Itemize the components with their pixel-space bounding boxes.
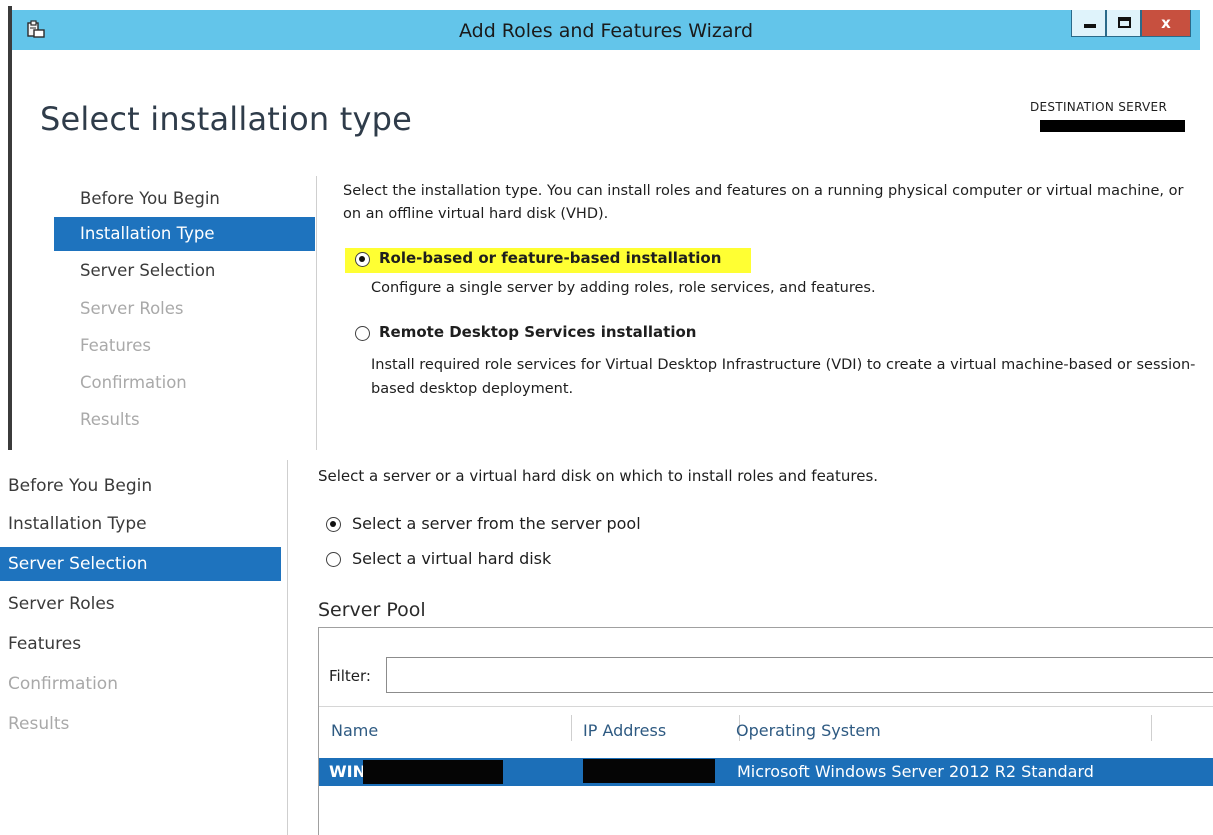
server-selection-description: Select a server or a virtual hard disk o… xyxy=(318,467,879,485)
nav-divider xyxy=(287,460,288,835)
title-bar[interactable]: Add Roles and Features Wizard x xyxy=(12,10,1200,50)
virtual-hard-disk-option-label[interactable]: Select a virtual hard disk xyxy=(352,549,551,568)
maximize-button[interactable] xyxy=(1106,10,1141,37)
virtual-hard-disk-radio[interactable] xyxy=(326,552,341,567)
destination-server-label: DESTINATION SERVER xyxy=(1030,100,1168,114)
nav-item-installation-type[interactable]: Installation Type xyxy=(0,507,281,541)
nav-divider xyxy=(316,176,317,450)
role-based-description: Configure a single server by adding role… xyxy=(371,280,876,296)
destination-server-redacted xyxy=(1040,120,1185,132)
column-separator[interactable] xyxy=(571,715,572,741)
nav-item-confirmation: Confirmation xyxy=(80,373,187,392)
table-row[interactable]: WIN Microsoft Windows Server 2012 R2 Sta… xyxy=(319,758,1213,786)
nav-item-confirmation: Confirmation xyxy=(8,674,118,694)
window-title: Add Roles and Features Wizard xyxy=(458,20,754,42)
nav-item-results: Results xyxy=(8,714,70,734)
remote-desktop-label[interactable]: Remote Desktop Services installation xyxy=(379,323,696,341)
window-left-border xyxy=(8,6,12,450)
server-name-cell: WIN xyxy=(329,762,366,781)
table-header: Name IP Address Operating System xyxy=(319,706,1213,748)
close-icon: x xyxy=(1161,14,1171,32)
column-header-name[interactable]: Name xyxy=(331,707,378,749)
operating-system-cell: Microsoft Windows Server 2012 R2 Standar… xyxy=(737,762,1094,781)
server-pool-table: Filter: Name IP Address Operating System… xyxy=(318,627,1213,835)
page-title: Select installation type xyxy=(40,100,413,138)
server-pool-title: Server Pool xyxy=(318,599,426,621)
filter-label: Filter: xyxy=(329,667,371,685)
column-separator[interactable] xyxy=(1151,715,1152,741)
minimize-button[interactable] xyxy=(1071,10,1106,37)
filter-input[interactable] xyxy=(386,657,1213,693)
nav-item-before-you-begin[interactable]: Before You Begin xyxy=(0,469,281,503)
server-name-redacted xyxy=(363,760,503,784)
minimize-icon xyxy=(1084,24,1096,28)
nav-item-server-selection[interactable]: Server Selection xyxy=(0,547,281,581)
nav-item-features: Features xyxy=(80,336,151,355)
server-pool-option-label[interactable]: Select a server from the server pool xyxy=(352,514,641,533)
installation-type-description: Select the installation type. You can in… xyxy=(343,183,1184,222)
close-button[interactable]: x xyxy=(1141,10,1191,37)
nav-item-features[interactable]: Features xyxy=(0,627,281,661)
server-selection-panel: Before You Begin Installation Type Serve… xyxy=(0,450,1213,835)
nav-item-server-selection[interactable]: Server Selection xyxy=(54,254,315,288)
column-header-ip-address[interactable]: IP Address xyxy=(583,707,666,749)
role-based-label[interactable]: Role-based or feature-based installation xyxy=(379,249,721,267)
nav-item-results: Results xyxy=(80,410,140,429)
remote-desktop-description: Install required role services for Virtu… xyxy=(371,357,1196,397)
nav-item-server-roles[interactable]: Server Roles xyxy=(0,587,281,621)
server-pool-radio[interactable] xyxy=(326,517,341,532)
column-header-operating-system[interactable]: Operating System xyxy=(736,707,881,749)
remote-desktop-radio[interactable] xyxy=(355,326,370,341)
radio-selected-dot xyxy=(330,521,336,527)
ip-address-redacted xyxy=(583,759,715,783)
nav-item-installation-type[interactable]: Installation Type xyxy=(54,217,315,251)
role-based-radio[interactable] xyxy=(355,252,370,267)
nav-item-server-roles: Server Roles xyxy=(80,299,184,318)
nav-item-before-you-begin[interactable]: Before You Begin xyxy=(54,182,315,216)
radio-selected-dot xyxy=(359,256,365,262)
maximize-icon xyxy=(1118,17,1131,28)
wizard-window: Add Roles and Features Wizard x Select i… xyxy=(0,0,1213,450)
